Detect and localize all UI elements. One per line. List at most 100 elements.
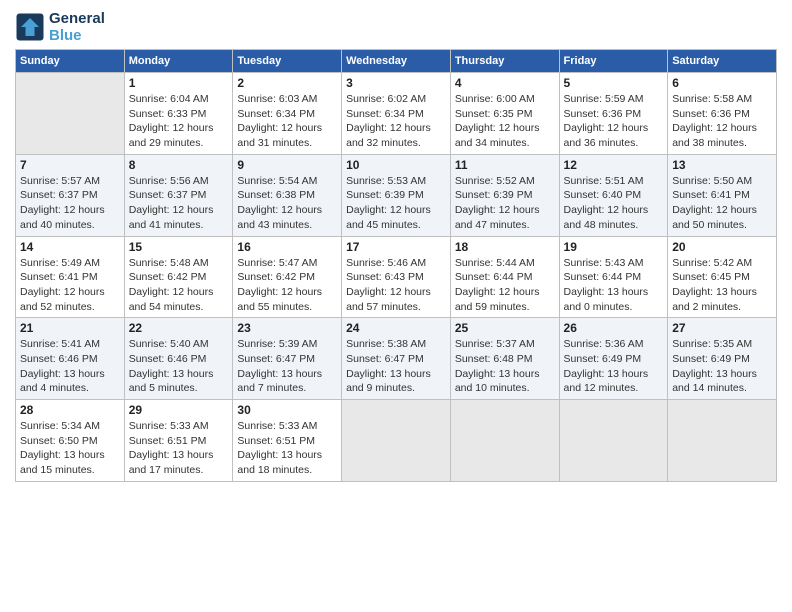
calendar-cell: 12 Sunrise: 5:51 AM Sunset: 6:40 PM Dayli…: [559, 154, 668, 236]
calendar-cell: 8 Sunrise: 5:56 AM Sunset: 6:37 PM Daylig…: [124, 154, 233, 236]
col-header-saturday: Saturday: [668, 50, 777, 73]
day-number: 2: [237, 76, 337, 90]
calendar-cell: 11 Sunrise: 5:52 AM Sunset: 6:39 PM Dayli…: [450, 154, 559, 236]
week-row-2: 7 Sunrise: 5:57 AM Sunset: 6:37 PM Daylig…: [16, 154, 777, 236]
day-number: 14: [20, 240, 120, 254]
calendar-cell: 28 Sunrise: 5:34 AM Sunset: 6:50 PM Dayli…: [16, 400, 125, 482]
day-info: Sunrise: 6:03 AM Sunset: 6:34 PM Dayligh…: [237, 92, 337, 151]
day-number: 30: [237, 403, 337, 417]
calendar-cell: 7 Sunrise: 5:57 AM Sunset: 6:37 PM Daylig…: [16, 154, 125, 236]
calendar-cell: 14Sunrise: 5:49 AM Sunset: 6:41 PM Dayli…: [16, 236, 125, 318]
day-number: 17: [346, 240, 446, 254]
calendar-cell: 26 Sunrise: 5:36 AM Sunset: 6:49 PM Dayli…: [559, 318, 668, 400]
day-number: 8: [129, 158, 229, 172]
day-info: Sunrise: 5:42 AM Sunset: 6:45 PM Dayligh…: [672, 256, 772, 315]
logo: General Blue: [15, 10, 105, 44]
day-info: Sunrise: 6:04 AM Sunset: 6:33 PM Dayligh…: [129, 92, 229, 151]
calendar-cell: 9 Sunrise: 5:54 AM Sunset: 6:38 PM Daylig…: [233, 154, 342, 236]
day-info: Sunrise: 5:57 AM Sunset: 6:37 PM Dayligh…: [20, 174, 120, 233]
day-number: 28: [20, 403, 120, 417]
day-info: Sunrise: 5:43 AM Sunset: 6:44 PM Dayligh…: [564, 256, 664, 315]
day-info: Sunrise: 5:40 AM Sunset: 6:46 PM Dayligh…: [129, 337, 229, 396]
page-container: General Blue SundayMondayTuesdayWednesda…: [0, 0, 792, 492]
day-number: 18: [455, 240, 555, 254]
day-number: 29: [129, 403, 229, 417]
day-info: Sunrise: 5:37 AM Sunset: 6:48 PM Dayligh…: [455, 337, 555, 396]
day-number: 24: [346, 321, 446, 335]
day-number: 12: [564, 158, 664, 172]
day-info: Sunrise: 5:38 AM Sunset: 6:47 PM Dayligh…: [346, 337, 446, 396]
day-number: 11: [455, 158, 555, 172]
day-info: Sunrise: 5:33 AM Sunset: 6:51 PM Dayligh…: [129, 419, 229, 478]
calendar-cell: [450, 400, 559, 482]
col-header-sunday: Sunday: [16, 50, 125, 73]
col-header-wednesday: Wednesday: [342, 50, 451, 73]
day-info: Sunrise: 5:51 AM Sunset: 6:40 PM Dayligh…: [564, 174, 664, 233]
day-info: Sunrise: 5:44 AM Sunset: 6:44 PM Dayligh…: [455, 256, 555, 315]
day-number: 7: [20, 158, 120, 172]
col-header-monday: Monday: [124, 50, 233, 73]
day-info: Sunrise: 6:00 AM Sunset: 6:35 PM Dayligh…: [455, 92, 555, 151]
calendar-cell: 3 Sunrise: 6:02 AM Sunset: 6:34 PM Daylig…: [342, 73, 451, 155]
week-row-1: 1 Sunrise: 6:04 AM Sunset: 6:33 PM Daylig…: [16, 73, 777, 155]
day-number: 6: [672, 76, 772, 90]
day-number: 27: [672, 321, 772, 335]
day-info: Sunrise: 5:59 AM Sunset: 6:36 PM Dayligh…: [564, 92, 664, 151]
calendar-cell: 10 Sunrise: 5:53 AM Sunset: 6:39 PM Dayli…: [342, 154, 451, 236]
day-info: Sunrise: 5:48 AM Sunset: 6:42 PM Dayligh…: [129, 256, 229, 315]
day-info: Sunrise: 5:36 AM Sunset: 6:49 PM Dayligh…: [564, 337, 664, 396]
day-number: 1: [129, 76, 229, 90]
day-info: Sunrise: 5:39 AM Sunset: 6:47 PM Dayligh…: [237, 337, 337, 396]
day-info: Sunrise: 5:54 AM Sunset: 6:38 PM Dayligh…: [237, 174, 337, 233]
week-row-4: 21Sunrise: 5:41 AM Sunset: 6:46 PM Dayli…: [16, 318, 777, 400]
calendar-cell: 13Sunrise: 5:50 AM Sunset: 6:41 PM Dayli…: [668, 154, 777, 236]
calendar-cell: 5 Sunrise: 5:59 AM Sunset: 6:36 PM Daylig…: [559, 73, 668, 155]
calendar-cell: 2 Sunrise: 6:03 AM Sunset: 6:34 PM Daylig…: [233, 73, 342, 155]
day-number: 20: [672, 240, 772, 254]
day-number: 5: [564, 76, 664, 90]
calendar-cell: 4 Sunrise: 6:00 AM Sunset: 6:35 PM Daylig…: [450, 73, 559, 155]
day-number: 3: [346, 76, 446, 90]
day-info: Sunrise: 5:34 AM Sunset: 6:50 PM Dayligh…: [20, 419, 120, 478]
calendar-cell: [668, 400, 777, 482]
calendar-cell: 20 Sunrise: 5:42 AM Sunset: 6:45 PM Dayli…: [668, 236, 777, 318]
day-info: Sunrise: 5:35 AM Sunset: 6:49 PM Dayligh…: [672, 337, 772, 396]
calendar-table: SundayMondayTuesdayWednesdayThursdayFrid…: [15, 49, 777, 482]
day-number: 26: [564, 321, 664, 335]
day-info: Sunrise: 5:58 AM Sunset: 6:36 PM Dayligh…: [672, 92, 772, 151]
calendar-cell: 19Sunrise: 5:43 AM Sunset: 6:44 PM Dayli…: [559, 236, 668, 318]
col-header-tuesday: Tuesday: [233, 50, 342, 73]
logo-text: General Blue: [49, 10, 105, 44]
day-info: Sunrise: 5:53 AM Sunset: 6:39 PM Dayligh…: [346, 174, 446, 233]
days-header-row: SundayMondayTuesdayWednesdayThursdayFrid…: [16, 50, 777, 73]
day-info: Sunrise: 5:56 AM Sunset: 6:37 PM Dayligh…: [129, 174, 229, 233]
calendar-cell: 29 Sunrise: 5:33 AM Sunset: 6:51 PM Dayli…: [124, 400, 233, 482]
calendar-cell: 6 Sunrise: 5:58 AM Sunset: 6:36 PM Daylig…: [668, 73, 777, 155]
day-number: 21: [20, 321, 120, 335]
day-info: Sunrise: 6:02 AM Sunset: 6:34 PM Dayligh…: [346, 92, 446, 151]
calendar-cell: 1 Sunrise: 6:04 AM Sunset: 6:33 PM Daylig…: [124, 73, 233, 155]
day-number: 22: [129, 321, 229, 335]
week-row-3: 14Sunrise: 5:49 AM Sunset: 6:41 PM Dayli…: [16, 236, 777, 318]
day-number: 13: [672, 158, 772, 172]
day-info: Sunrise: 5:33 AM Sunset: 6:51 PM Dayligh…: [237, 419, 337, 478]
calendar-cell: 16Sunrise: 5:47 AM Sunset: 6:42 PM Dayli…: [233, 236, 342, 318]
calendar-cell: 17 Sunrise: 5:46 AM Sunset: 6:43 PM Dayli…: [342, 236, 451, 318]
day-number: 9: [237, 158, 337, 172]
day-info: Sunrise: 5:52 AM Sunset: 6:39 PM Dayligh…: [455, 174, 555, 233]
day-info: Sunrise: 5:46 AM Sunset: 6:43 PM Dayligh…: [346, 256, 446, 315]
day-number: 25: [455, 321, 555, 335]
day-number: 16: [237, 240, 337, 254]
col-header-thursday: Thursday: [450, 50, 559, 73]
day-number: 15: [129, 240, 229, 254]
calendar-cell: 24 Sunrise: 5:38 AM Sunset: 6:47 PM Dayli…: [342, 318, 451, 400]
calendar-cell: 27 Sunrise: 5:35 AM Sunset: 6:49 PM Dayli…: [668, 318, 777, 400]
calendar-cell: 23 Sunrise: 5:39 AM Sunset: 6:47 PM Dayli…: [233, 318, 342, 400]
calendar-cell: [16, 73, 125, 155]
calendar-cell: 21Sunrise: 5:41 AM Sunset: 6:46 PM Dayli…: [16, 318, 125, 400]
day-number: 4: [455, 76, 555, 90]
day-number: 10: [346, 158, 446, 172]
day-number: 23: [237, 321, 337, 335]
calendar-cell: 18 Sunrise: 5:44 AM Sunset: 6:44 PM Dayli…: [450, 236, 559, 318]
calendar-cell: [342, 400, 451, 482]
